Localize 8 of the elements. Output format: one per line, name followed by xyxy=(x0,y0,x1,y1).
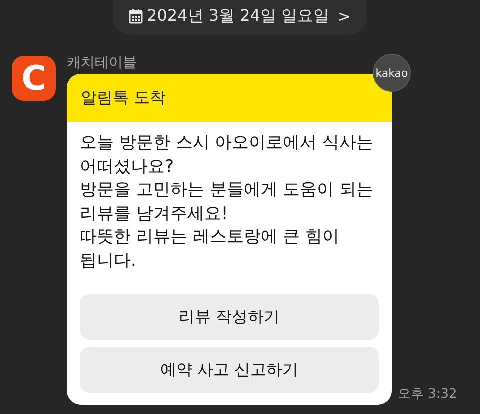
action-button[interactable]: 예약 사고 신고하기 xyxy=(80,347,379,393)
message-text: 오늘 방문한 스시 아오이로에서 식사는 어떠셨나요? 방문을 고민하는 분들에게 도움이 되는 리뷰를 남겨주세요! 따뜻한 리뷰는 레스토랑에 큰 힘이 됩니다. xyxy=(79,132,375,272)
calendar-icon xyxy=(129,9,144,24)
avatar[interactable]: C xyxy=(12,56,56,101)
timestamp: 오후 3:32 xyxy=(398,386,458,403)
action-button[interactable]: 리뷰 작성하기 xyxy=(80,294,379,340)
chevron: > xyxy=(338,7,351,26)
date-label: 2024년 3월 24일 일요일 xyxy=(147,6,330,27)
